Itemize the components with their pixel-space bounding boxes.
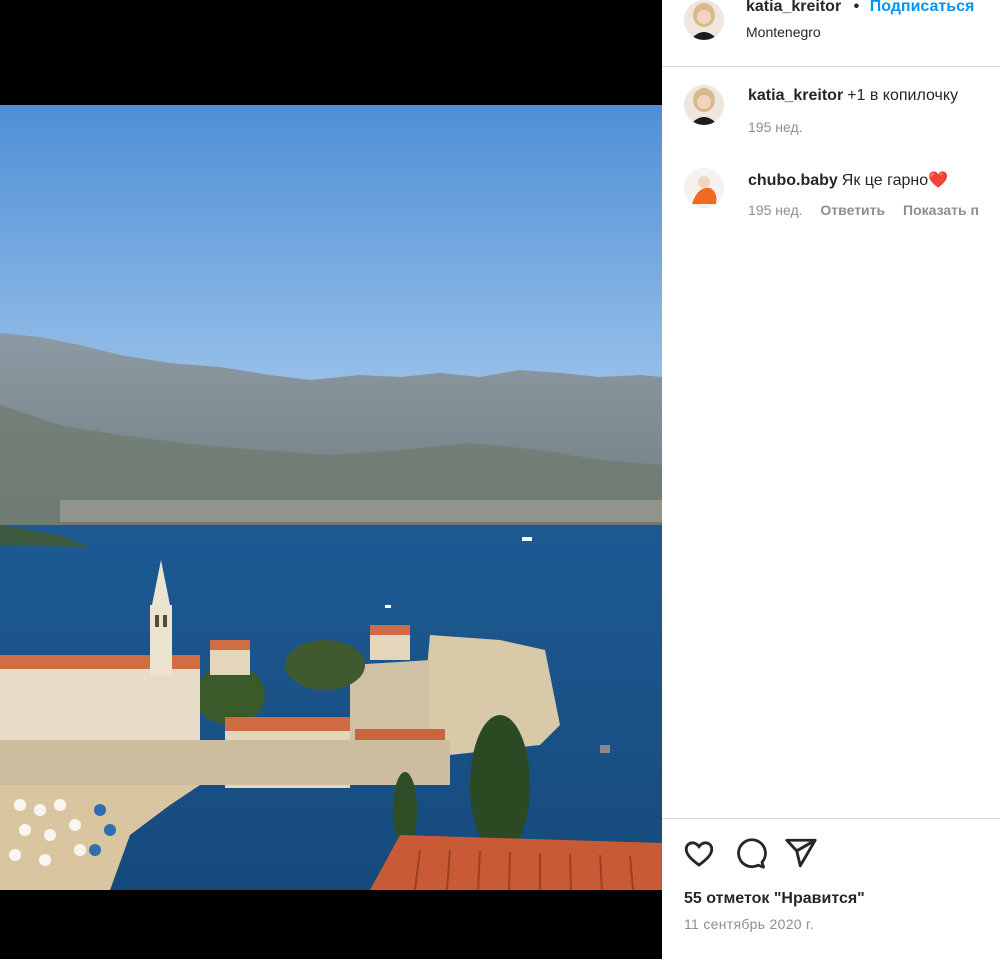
post-date[interactable]: 11 сентябрь 2020 г. [684, 916, 814, 932]
comment-text: chubo.baby Як це гарно❤️ [748, 170, 948, 190]
comment-meta: 195 нед. [748, 119, 817, 135]
heart-outline-icon[interactable] [682, 836, 716, 870]
comment-body: +1 в копилочку [847, 87, 959, 104]
show-translation-button[interactable]: Показать п [903, 202, 979, 218]
author-avatar[interactable] [684, 0, 724, 40]
comment-body: Як це гарно [841, 172, 929, 189]
author-username[interactable]: katia_kreitor [746, 0, 841, 15]
separator-dot: • [853, 0, 860, 15]
comment-time[interactable]: 195 нед. [748, 202, 803, 218]
comment-item: katia_kreitor +1 в копилочку 195 нед. [662, 85, 1000, 155]
likes-count[interactable]: 55 отметок "Нравится" [684, 890, 865, 908]
comment-text: katia_kreitor +1 в копилочку [748, 87, 958, 105]
media-viewer [0, 0, 662, 959]
post-header: katia_kreitor • Подписаться Montenegro [662, 0, 1000, 67]
post-panel: katia_kreitor • Подписаться Montenegro k… [662, 0, 1000, 959]
author-line: katia_kreitor • Подписаться [746, 0, 974, 16]
comment-avatar[interactable] [684, 85, 724, 125]
location-link[interactable]: Montenegro [746, 24, 821, 40]
reply-button[interactable]: Ответить [820, 202, 885, 218]
red-heart-emoji-icon: ❤️ [928, 172, 949, 189]
comment-username[interactable]: katia_kreitor [748, 87, 843, 104]
paper-plane-icon[interactable] [784, 836, 818, 870]
comment-avatar[interactable] [684, 168, 724, 208]
comment-meta: 195 нед. Ответить Показать п [748, 202, 993, 218]
comment-username[interactable]: chubo.baby [748, 172, 838, 189]
comment-time[interactable]: 195 нед. [748, 119, 803, 135]
follow-button[interactable]: Подписаться [870, 0, 975, 15]
comment-item: chubo.baby Як це гарно❤️ 195 нед. Ответит… [662, 168, 1000, 238]
comment-bubble-icon[interactable] [733, 836, 767, 870]
post-photo[interactable] [0, 105, 662, 890]
actions-divider [662, 818, 1000, 819]
